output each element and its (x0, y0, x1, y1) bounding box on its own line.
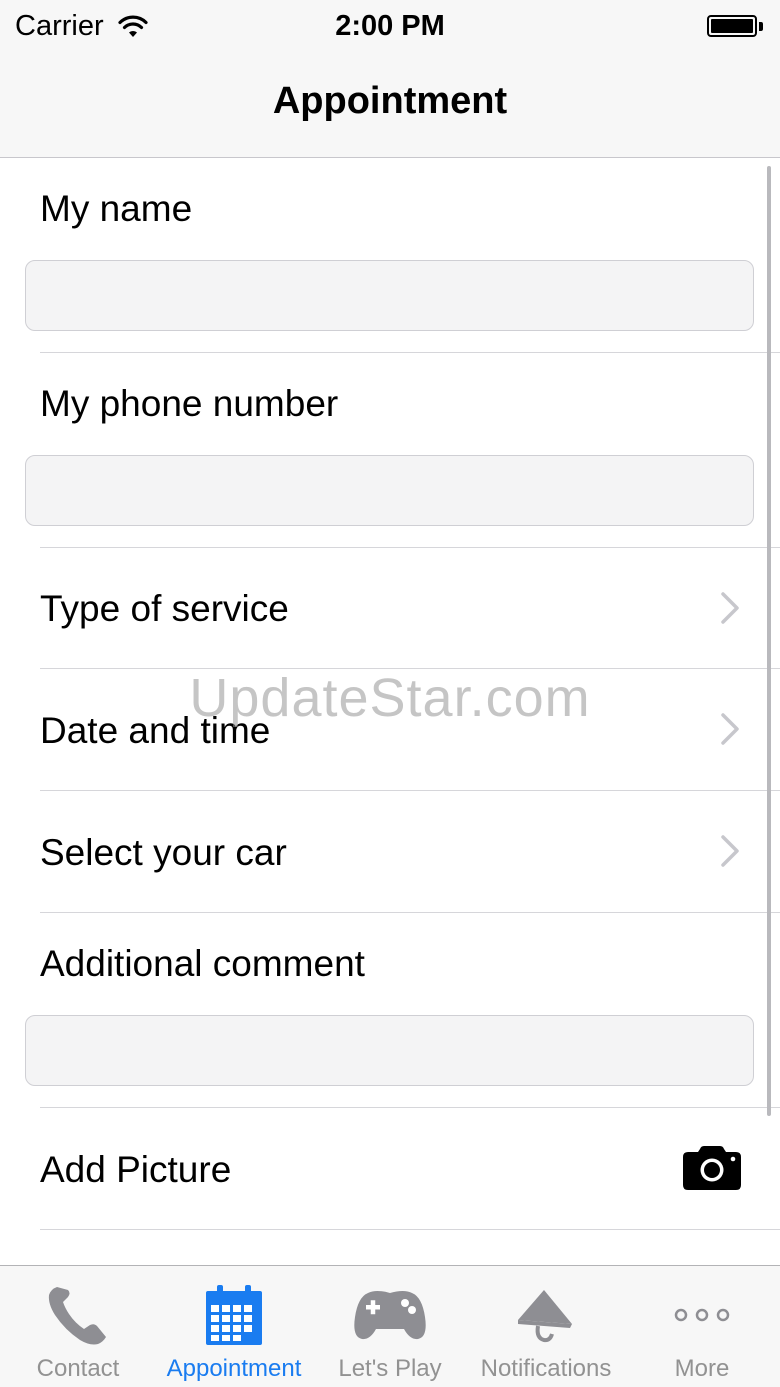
scrollbar[interactable] (767, 166, 771, 1116)
phone-field[interactable] (25, 455, 754, 526)
add-picture-label: Add Picture (40, 1149, 232, 1190)
chevron-right-icon (721, 592, 739, 624)
camera-icon[interactable] (682, 1145, 742, 1191)
car-row[interactable]: Select your car (0, 791, 780, 911)
car-label: Select your car (40, 832, 287, 873)
tab-contact[interactable]: Contact (0, 1266, 156, 1387)
tab-label: Appointment (166, 1355, 302, 1382)
tab-label: Contact (36, 1355, 120, 1382)
appointment-screen: Carrier 2:00 PM Appointment My name My p… (0, 0, 780, 1387)
page-title: Appointment (272, 80, 508, 122)
separator (40, 352, 780, 353)
calendar-icon (194, 1280, 274, 1350)
tab-lets-play[interactable]: Let's Play (312, 1266, 468, 1387)
megaphone-icon (506, 1280, 586, 1350)
chevron-right-icon (721, 713, 739, 745)
chevron-right-icon (721, 835, 739, 867)
phone-icon (38, 1280, 118, 1350)
more-icon (662, 1280, 742, 1350)
appointment-form: My name My phone number Type of service … (0, 158, 780, 1265)
phone-label: My phone number (40, 383, 339, 424)
add-picture-row[interactable]: Add Picture (0, 1108, 780, 1228)
battery-icon (707, 13, 765, 39)
tab-label: Let's Play (338, 1355, 442, 1382)
tab-label: More (674, 1355, 730, 1382)
gamepad-icon (350, 1280, 430, 1350)
tab-bar: Contact Appointment Let's Play Notificat… (0, 1265, 780, 1387)
service-row[interactable]: Type of service (0, 548, 780, 668)
separator (40, 1229, 780, 1230)
service-label: Type of service (40, 588, 289, 629)
datetime-row[interactable]: Date and time (0, 669, 780, 789)
status-time: 2:00 PM (335, 10, 445, 42)
separator (40, 912, 780, 913)
comment-label: Additional comment (40, 943, 365, 984)
comment-field[interactable] (25, 1015, 754, 1086)
top-bar: Carrier 2:00 PM Appointment (0, 0, 780, 158)
datetime-label: Date and time (40, 710, 271, 751)
name-field[interactable] (25, 260, 754, 331)
tab-appointment[interactable]: Appointment (156, 1266, 312, 1387)
tab-more[interactable]: More (624, 1266, 780, 1387)
tab-notifications[interactable]: Notifications (468, 1266, 624, 1387)
tab-label: Notifications (480, 1355, 612, 1382)
name-label: My name (40, 188, 193, 229)
